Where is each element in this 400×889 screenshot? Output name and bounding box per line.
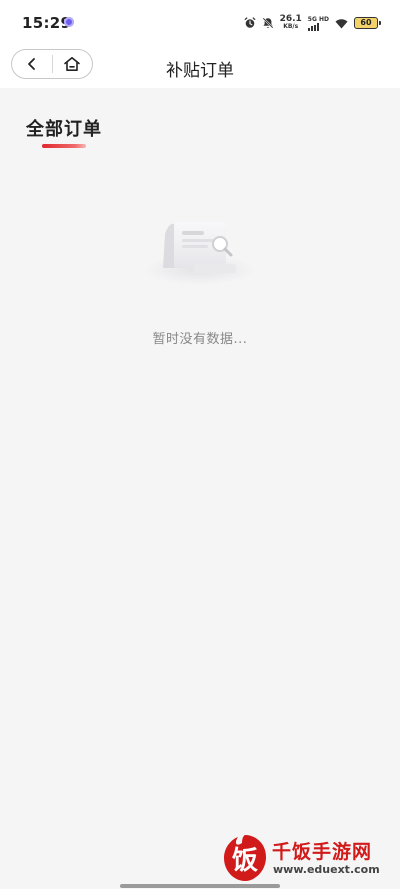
watermark-logo-char: 饭 bbox=[232, 846, 258, 876]
alarm-icon bbox=[244, 17, 255, 28]
app-notification-icon bbox=[64, 17, 74, 27]
empty-state-message: 暂时没有数据... bbox=[152, 332, 248, 347]
network-speed: 26.1 KB/s bbox=[280, 15, 302, 31]
network-speed-unit: KB/s bbox=[283, 23, 299, 30]
status-icons: 26.1 KB/s 5G HD 60 bbox=[244, 14, 381, 32]
watermark-name: 千饭手游网 bbox=[272, 841, 373, 863]
network-label: 5G HD bbox=[307, 15, 329, 23]
cellular-signal: 5G HD bbox=[307, 15, 329, 31]
watermark: 饭 千饭手游网 www.eduext.com bbox=[220, 833, 396, 883]
tab-active-indicator bbox=[42, 144, 86, 148]
navigation-bar: 补贴订单 bbox=[0, 44, 400, 88]
empty-document-search-icon bbox=[144, 222, 256, 285]
status-bar: 15:29 26.1 KB/s 5G HD 60 bbox=[0, 0, 400, 44]
signal-bars-icon bbox=[307, 22, 319, 31]
wifi-icon bbox=[335, 18, 348, 28]
watermark-url: www.eduext.com bbox=[273, 863, 380, 876]
home-indicator[interactable] bbox=[120, 884, 280, 888]
page-title: 补贴订单 bbox=[166, 61, 234, 81]
tab-all-orders[interactable]: 全部订单 bbox=[26, 115, 102, 148]
network-speed-value: 26.1 bbox=[279, 14, 302, 24]
do-not-disturb-icon bbox=[262, 17, 273, 29]
tab-label: 全部订单 bbox=[26, 119, 102, 140]
app-screen: 15:29 26.1 KB/s 5G HD 60 补贴订单 全部订单 暂时没有数… bbox=[0, 0, 400, 889]
battery-icon: 60 bbox=[354, 17, 381, 29]
battery-level: 60 bbox=[360, 18, 372, 27]
watermark-logo: 饭 bbox=[224, 835, 266, 881]
